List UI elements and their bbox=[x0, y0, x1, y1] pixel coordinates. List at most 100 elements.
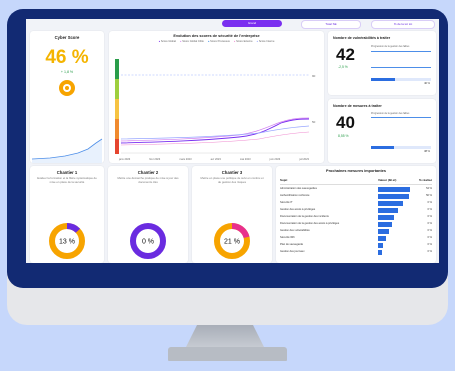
legend-item: ● Score Global Cible bbox=[179, 40, 204, 43]
cyber-score-value: 46 % bbox=[45, 47, 89, 68]
x-tick: juil 2023 bbox=[299, 158, 309, 161]
row-pct: 0 % bbox=[427, 243, 432, 246]
tab-bar: Grand Total SE % de la tot tot bbox=[26, 19, 439, 29]
x-tick: janv 2023 bbox=[119, 158, 131, 161]
chantier-card-1: Chantier 1 Evaluer la formation et la fi… bbox=[30, 166, 104, 263]
row-subject: Sécurité IT bbox=[280, 201, 293, 204]
evolution-plot: 90 50 bbox=[115, 59, 316, 154]
legend-item: ● Score Interne bbox=[256, 40, 275, 43]
table-row[interactable]: Documentation de la gestion des incident… bbox=[280, 214, 432, 221]
chantier-donut: 21 % bbox=[214, 223, 250, 259]
row-value-bar bbox=[378, 222, 393, 227]
col-subject[interactable]: Sujet bbox=[280, 178, 287, 182]
actions-title: Nombre de mesures à traiter bbox=[333, 104, 382, 108]
col-value[interactable]: Valeur (IB et) bbox=[378, 178, 396, 182]
x-axis-ticks: janv 2023 févr 2023 mars 2023 avr 2023 m… bbox=[119, 158, 309, 161]
tab-grand[interactable]: Grand bbox=[222, 20, 282, 27]
actions-progress-fill bbox=[371, 146, 394, 149]
vuln-value: 42 bbox=[336, 45, 355, 64]
vuln-progress-line bbox=[371, 67, 431, 68]
vuln-progress-bar bbox=[371, 78, 431, 81]
actions-progress-bar bbox=[371, 146, 431, 149]
table-row[interactable]: Sécurité IT 0 % bbox=[280, 200, 432, 207]
table-row[interactable]: Documentation de la gestion des accès à … bbox=[280, 221, 432, 228]
chantier-donut: 13 % bbox=[49, 223, 85, 259]
monitor-stand-neck bbox=[185, 325, 265, 349]
actions-card: Nombre de mesures à traiter 40 8,55 % Pr… bbox=[328, 99, 436, 163]
actions-progress-line bbox=[371, 117, 431, 118]
chantier-card-3: Chantier 3 Mettre en place une politique… bbox=[192, 166, 272, 263]
x-tick: mars 2023 bbox=[179, 158, 192, 161]
row-pct: 0 % bbox=[427, 250, 432, 253]
row-subject: Documentation de la gestion des incident… bbox=[280, 215, 329, 218]
legend-item: ● Score Processus bbox=[207, 40, 230, 43]
tab-total[interactable]: Total SE bbox=[301, 20, 361, 29]
evolution-chart-card: Evolution des scores de sécurité de l'en… bbox=[109, 31, 324, 163]
row-subject: Gestion des journaux bbox=[280, 250, 305, 253]
row-value-bar bbox=[378, 229, 389, 234]
cyber-score-title: Cyber Score bbox=[54, 35, 80, 40]
chantier-card-2: Chantier 2 Mettre une démarche pratique … bbox=[108, 166, 188, 263]
actions-delta: 8,55 % bbox=[338, 134, 349, 138]
row-value-bar bbox=[378, 243, 384, 248]
row-subject: Sécurité Wifi bbox=[280, 236, 295, 239]
vuln-delta: -2,5 % bbox=[338, 65, 348, 69]
row-subject: Administration des sauvegardes bbox=[280, 187, 317, 190]
tab-percent[interactable]: % de la tot tot bbox=[371, 20, 435, 29]
cyber-score-card: Cyber Score 46 % + 1,8 % bbox=[30, 31, 104, 163]
vuln-bar-label: Progression de la gestion des failles bbox=[371, 45, 410, 48]
table-row[interactable]: Authentification renforcée 50 % bbox=[280, 193, 432, 200]
chantier-pct: 0 % bbox=[142, 239, 154, 246]
vulnerabilities-card: Nombre de vulnérabilités à traiter 42 -2… bbox=[328, 31, 436, 95]
mesures-header: Sujet Valeur (IB et) % réalisé bbox=[280, 178, 432, 185]
row-subject: Documentation de la gestion des accès à … bbox=[280, 222, 340, 225]
vuln-progress-pct: 40 % bbox=[424, 82, 430, 85]
chantier-pct: 21 % bbox=[224, 239, 240, 246]
row-value-bar bbox=[378, 215, 395, 220]
cyber-score-delta: + 1,8 % bbox=[60, 70, 74, 74]
row-pct: 0 % bbox=[427, 229, 432, 232]
x-tick: févr 2023 bbox=[149, 158, 161, 161]
vuln-progress-fill bbox=[371, 78, 395, 81]
evolution-legend: ● Score Global ● Score Global Cible ● Sc… bbox=[109, 40, 324, 43]
row-value-bar bbox=[378, 208, 398, 213]
mesures-table-card: Prochaines mesures importantes Sujet Val… bbox=[276, 166, 436, 263]
row-pct: 0 % bbox=[427, 208, 432, 211]
row-pct: 54 % bbox=[426, 187, 432, 190]
legend-item: ● Score Global bbox=[158, 40, 176, 43]
vuln-title: Nombre de vulnérabilités à traiter bbox=[333, 36, 391, 40]
row-value-bar bbox=[378, 236, 386, 241]
table-row[interactable]: Plan de sauvegarde 0 % bbox=[280, 242, 432, 249]
chantier-description: Mettre en place une politique de suivi e… bbox=[200, 176, 264, 184]
row-pct: 0 % bbox=[427, 222, 432, 225]
row-value-bar bbox=[378, 250, 382, 255]
table-row[interactable]: Administration des sauvegardes 54 % bbox=[280, 186, 432, 193]
vuln-progress-line bbox=[371, 51, 431, 52]
actions-bar-label: Progression de la gestion des failles bbox=[371, 112, 410, 115]
actions-progress-pct: 38 % bbox=[424, 150, 430, 153]
x-tick: mai 2023 bbox=[239, 158, 251, 161]
row-subject: Gestion des vulnérabilités bbox=[280, 229, 310, 232]
monitor-stand-base bbox=[168, 347, 287, 361]
row-pct: 0 % bbox=[427, 215, 432, 218]
row-pct: 0 % bbox=[427, 201, 432, 204]
chantier-pct: 13 % bbox=[59, 239, 75, 246]
x-tick: juin 2023 bbox=[269, 158, 281, 161]
row-pct: 0 % bbox=[427, 236, 432, 239]
col-pct[interactable]: % réalisé bbox=[419, 178, 432, 182]
mesures-rows: Administration des sauvegardes 54 % Authen… bbox=[280, 186, 432, 256]
table-row[interactable]: Gestion des vulnérabilités 0 % bbox=[280, 228, 432, 235]
table-row[interactable]: Gestion des journaux 0 % bbox=[280, 249, 432, 256]
row-subject: Authentification renforcée bbox=[280, 194, 310, 197]
row-subject: Gestion des accès à privilèges bbox=[280, 208, 316, 211]
actions-value: 40 bbox=[336, 113, 355, 132]
chantier-donut: 0 % bbox=[130, 223, 166, 259]
y-tick: 50 bbox=[312, 120, 316, 124]
table-row[interactable]: Sécurité Wifi 0 % bbox=[280, 235, 432, 242]
mesures-title: Prochaines mesures importantes bbox=[326, 169, 386, 173]
x-tick: avr 2023 bbox=[210, 158, 221, 161]
row-value-bar bbox=[378, 187, 411, 192]
row-subject: Plan de sauvegarde bbox=[280, 243, 304, 246]
y-tick: 90 bbox=[312, 74, 316, 78]
table-row[interactable]: Gestion des accès à privilèges 0 % bbox=[280, 207, 432, 214]
